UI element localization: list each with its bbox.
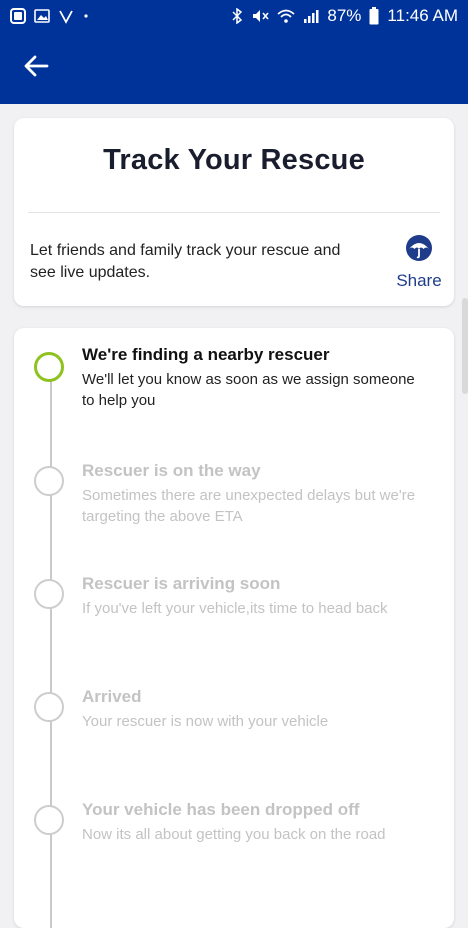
track-rescue-card: Track Your Rescue Let friends and family… — [14, 118, 454, 306]
wifi-icon — [277, 8, 295, 24]
share-description: Let friends and family track your rescue… — [30, 242, 341, 281]
timeline-line — [50, 368, 52, 928]
step-title: Your vehicle has been dropped off — [82, 800, 360, 819]
step-description: Your rescuer is now with your vehicle — [82, 713, 329, 730]
scrollbar[interactable] — [462, 298, 468, 394]
app-bar — [0, 32, 468, 104]
step-status-circle — [34, 692, 64, 722]
step-status-circle — [34, 579, 64, 609]
signal-app-icon — [58, 8, 74, 24]
back-button[interactable] — [20, 54, 52, 82]
divider — [28, 212, 440, 213]
step-status-circle — [34, 352, 64, 382]
step-status-circle — [34, 805, 64, 835]
page-title: Track Your Rescue — [103, 144, 365, 176]
app-notification-icon — [10, 8, 26, 24]
step-title: We're finding a nearby rescuer — [82, 345, 330, 364]
arrow-left-icon — [23, 54, 49, 83]
battery-icon — [369, 7, 379, 25]
step-description: Now its all about getting you back on th… — [82, 826, 386, 843]
image-icon — [34, 8, 50, 24]
umbrella-logo-icon — [405, 234, 433, 267]
share-button[interactable]: Share — [390, 234, 448, 294]
mute-icon — [251, 8, 270, 24]
battery-percent: 87% — [327, 6, 362, 25]
step-description: Sometimes there are unexpected delays bu… — [82, 487, 416, 525]
share-label: Share — [396, 271, 442, 290]
dot-icon — [82, 12, 90, 20]
step-description: If you've left your vehicle,its time to … — [82, 600, 388, 617]
step-status-circle — [34, 466, 64, 496]
rescue-steps-card: We're finding a nearby rescuer We'll let… — [14, 328, 454, 928]
step-title: Rescuer is arriving soon — [82, 574, 281, 593]
step-title: Arrived — [82, 687, 142, 706]
cell-signal-icon — [303, 8, 319, 24]
clock-time: 11:46 AM — [387, 6, 458, 25]
bluetooth-icon — [231, 8, 243, 24]
status-bar: 87% 11:46 AM — [0, 0, 468, 32]
step-description: We'll let you know as soon as we assign … — [82, 371, 415, 409]
step-title: Rescuer is on the way — [82, 461, 261, 480]
